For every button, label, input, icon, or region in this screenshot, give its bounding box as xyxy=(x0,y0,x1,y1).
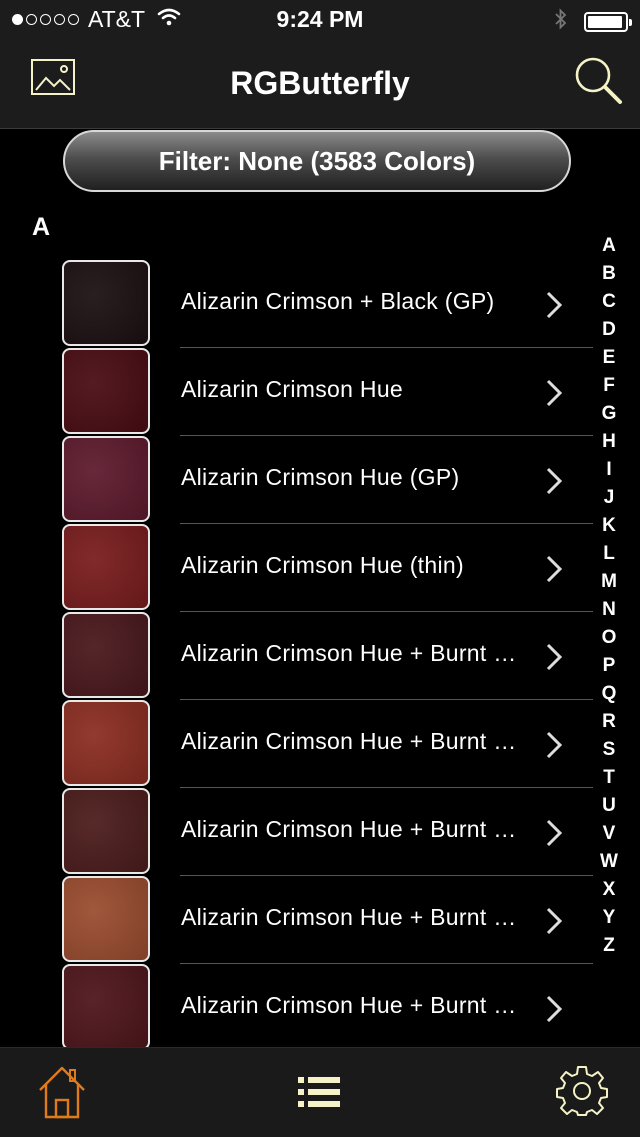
filter-button[interactable]: Filter: None (3583 Colors) xyxy=(63,130,571,192)
chevron-right-icon xyxy=(544,554,564,589)
index-letter-b[interactable]: B xyxy=(596,260,622,288)
index-letter-c[interactable]: C xyxy=(596,288,622,316)
list-item[interactable]: Alizarin Crimson Hue + Burnt Umber (thin… xyxy=(0,964,600,1052)
color-swatch xyxy=(62,700,150,786)
status-time: 9:24 PM xyxy=(276,6,364,32)
gear-icon xyxy=(556,1066,608,1120)
index-letter-q[interactable]: Q xyxy=(596,680,622,708)
index-letter-p[interactable]: P xyxy=(596,652,622,680)
home-icon xyxy=(37,1066,87,1124)
list-item[interactable]: Alizarin Crimson Hue (GP) xyxy=(0,436,600,524)
list-item-label: Alizarin Crimson Hue + Burnt Sienna (thi… xyxy=(181,904,526,930)
color-swatch xyxy=(62,964,150,1050)
list-item-label: Alizarin Crimson + Black (GP) xyxy=(181,288,495,314)
index-letter-y[interactable]: Y xyxy=(596,904,622,932)
list-item[interactable]: Alizarin Crimson Hue + Burnt Umber xyxy=(0,612,600,700)
tab-settings[interactable] xyxy=(556,1064,608,1121)
filter-label: Filter: None (3583 Colors) xyxy=(158,145,476,176)
chevron-right-icon xyxy=(544,378,564,413)
chevron-right-icon xyxy=(544,906,564,941)
index-letter-k[interactable]: K xyxy=(596,512,622,540)
color-swatch xyxy=(62,348,150,434)
index-letter-u[interactable]: U xyxy=(596,792,622,820)
index-letter-a[interactable]: A xyxy=(596,232,622,260)
list-item[interactable]: Alizarin Crimson Hue + Burnt Sienna xyxy=(0,700,600,788)
chevron-right-icon xyxy=(544,290,564,325)
index-letter-z[interactable]: Z xyxy=(596,932,622,960)
battery-icon xyxy=(584,11,632,32)
index-letter-f[interactable]: F xyxy=(596,372,622,400)
list-item[interactable]: Alizarin Crimson Hue + Burnt Umber (GP) xyxy=(0,788,600,876)
index-letter-j[interactable]: J xyxy=(596,484,622,512)
color-swatch xyxy=(62,524,150,610)
index-letter-r[interactable]: R xyxy=(596,708,622,736)
index-letter-h[interactable]: H xyxy=(596,428,622,456)
list-item-label: Alizarin Crimson Hue + Burnt Umber (GP) xyxy=(181,816,526,842)
list-item[interactable]: Alizarin Crimson Hue + Burnt Sienna (thi… xyxy=(0,876,600,964)
index-letter-v[interactable]: V xyxy=(596,820,622,848)
tab-home[interactable] xyxy=(37,1064,87,1125)
list-icon xyxy=(298,1077,340,1112)
navigation-bar: RGButterfly xyxy=(0,40,640,129)
color-swatch xyxy=(62,612,150,698)
list-item-label: Alizarin Crimson Hue (GP) xyxy=(181,464,460,490)
index-letter-i[interactable]: I xyxy=(596,456,622,484)
search-button[interactable] xyxy=(572,54,624,111)
chevron-right-icon xyxy=(544,642,564,677)
page-title: RGButterfly xyxy=(230,65,410,101)
section-header: A xyxy=(32,213,51,241)
index-letter-l[interactable]: L xyxy=(596,540,622,568)
list-item[interactable]: Alizarin Crimson + Black (GP) xyxy=(0,260,600,348)
list-item-label: Alizarin Crimson Hue + Burnt Umber (thin… xyxy=(181,992,526,1018)
color-swatch xyxy=(62,876,150,962)
bluetooth-icon xyxy=(554,7,568,36)
color-swatch xyxy=(62,436,150,522)
index-letter-w[interactable]: W xyxy=(596,848,622,876)
tab-list[interactable] xyxy=(298,1076,340,1113)
color-swatch xyxy=(62,260,150,346)
list-item-label: Alizarin Crimson Hue (thin) xyxy=(181,552,464,578)
index-letter-g[interactable]: G xyxy=(596,400,622,428)
chevron-right-icon xyxy=(544,994,564,1029)
chevron-right-icon xyxy=(544,466,564,501)
search-icon xyxy=(572,57,624,110)
index-letter-x[interactable]: X xyxy=(596,876,622,904)
index-letter-m[interactable]: M xyxy=(596,568,622,596)
section-index[interactable]: ABCDEFGHIJKLMNOPQRSTUVWXYZ xyxy=(596,232,622,960)
status-right xyxy=(554,7,632,36)
index-letter-s[interactable]: S xyxy=(596,736,622,764)
battery-fill xyxy=(588,15,623,28)
chevron-right-icon xyxy=(544,730,564,765)
index-letter-t[interactable]: T xyxy=(596,764,622,792)
color-swatch xyxy=(62,788,150,874)
tab-bar xyxy=(0,1047,640,1137)
list-item[interactable]: Alizarin Crimson Hue xyxy=(0,348,600,436)
list-item-label: Alizarin Crimson Hue + Burnt Umber xyxy=(181,640,526,666)
index-letter-n[interactable]: N xyxy=(596,596,622,624)
chevron-right-icon xyxy=(544,818,564,853)
index-letter-e[interactable]: E xyxy=(596,344,622,372)
list-item-label: Alizarin Crimson Hue + Burnt Sienna xyxy=(181,728,526,754)
index-letter-d[interactable]: D xyxy=(596,316,622,344)
index-letter-o[interactable]: O xyxy=(596,624,622,652)
status-bar: AT&T 9:24 PM xyxy=(0,0,640,40)
list-item[interactable]: Alizarin Crimson Hue (thin) xyxy=(0,524,600,612)
list-item-label: Alizarin Crimson Hue xyxy=(181,376,404,402)
